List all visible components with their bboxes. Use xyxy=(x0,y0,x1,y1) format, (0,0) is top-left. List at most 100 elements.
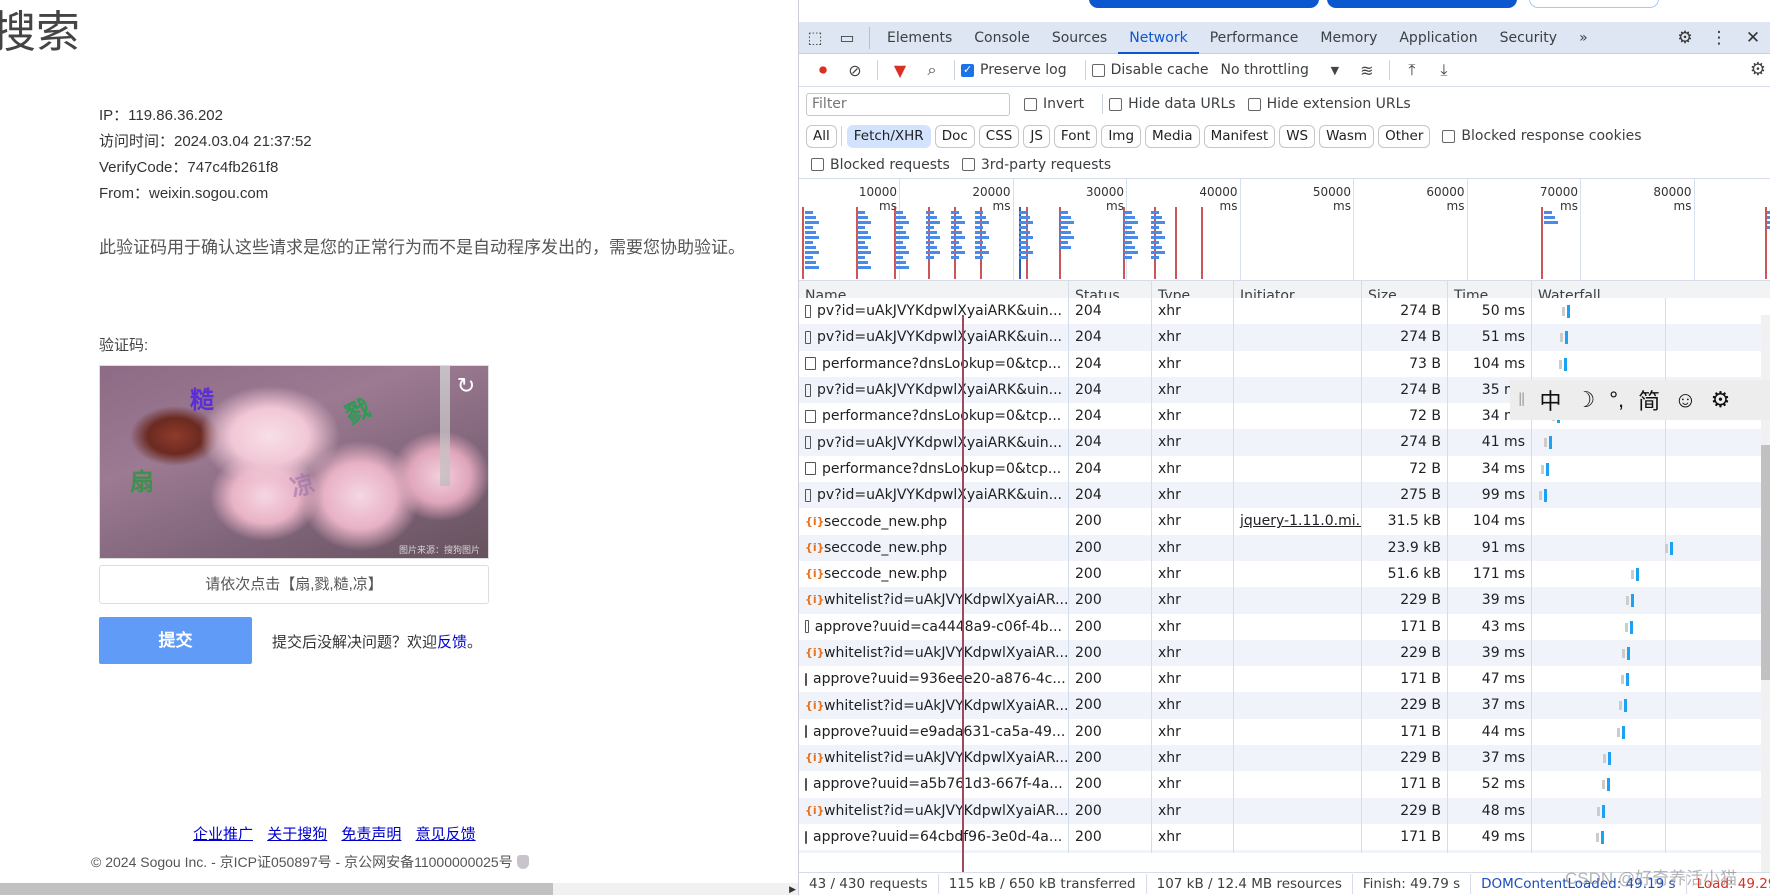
scrollbar-thumb[interactable] xyxy=(1761,445,1770,680)
ime-simplified-icon[interactable]: 简 xyxy=(1638,384,1660,416)
request-waterfall[interactable] xyxy=(1532,587,1762,614)
preserve-log-checkbox[interactable]: Preserve log xyxy=(961,62,1067,78)
network-conditions-icon[interactable]: ≋ xyxy=(1351,61,1383,80)
tab-network[interactable]: Network xyxy=(1118,22,1199,54)
request-waterfall[interactable] xyxy=(1532,560,1762,588)
request-name-cell[interactable]: pv?id=uAkJVYKdpwlXyaiARK&uin... xyxy=(799,429,1069,456)
request-name[interactable]: whitelist?id=uAkJVYKdpwlXyaiAR... xyxy=(824,745,1068,771)
request-row[interactable]: pv?id=uAkJVYKdpwlXyaiARK&uin... 204 xhr 274… xyxy=(799,429,1770,456)
refresh-icon[interactable]: ↻ xyxy=(454,374,478,398)
request-name[interactable]: pv?id=uAkJVYKdpwlXyaiARK&uin... xyxy=(817,430,1062,456)
checkbox-box[interactable] xyxy=(1247,97,1261,111)
request-row[interactable]: {i}whitelist?id=uAkJVYKdpwlXyaiAR...200x… xyxy=(799,745,1770,772)
request-name[interactable]: approve?uuid=e9ada631-ca5a-49... xyxy=(813,719,1065,745)
type-filter-img[interactable]: Img xyxy=(1101,124,1142,148)
request-name-cell[interactable]: approve?uuid=ca4448a9-c06f-4b... xyxy=(799,613,1069,640)
disable-cache-checkbox[interactable]: Disable cache xyxy=(1091,62,1208,78)
blocked-requests-checkbox[interactable]: Blocked requests xyxy=(811,157,950,173)
request-name-cell[interactable]: performance?dnsLookup=0&tcp... xyxy=(799,350,1069,377)
checkbox-box[interactable] xyxy=(1109,97,1123,111)
captcha-char[interactable]: 凉 xyxy=(286,463,318,503)
type-filter-media[interactable]: Media xyxy=(1145,124,1200,148)
feedback-link[interactable]: 反馈 xyxy=(437,634,467,651)
ime-emoji-icon[interactable]: ☺ xyxy=(1674,387,1696,413)
footer-link-about[interactable]: 关于搜狗 xyxy=(267,826,327,843)
more-options-icon[interactable]: ⋮ xyxy=(1702,28,1736,48)
type-filter-wasm[interactable]: Wasm xyxy=(1319,124,1375,148)
request-row[interactable]: {i}whitelist?id=uAkJVYKdpwlXyaiAR...200x… xyxy=(799,587,1770,614)
request-name[interactable]: pv?id=uAkJVYKdpwlXyaiARK&uin... xyxy=(817,298,1062,324)
filter-input[interactable] xyxy=(806,92,1010,116)
request-row[interactable]: approve?uuid=a5b761d3-667f-4a... 200 xhr 17… xyxy=(799,771,1770,798)
chevron-down-icon[interactable]: ▼ xyxy=(1319,64,1351,77)
import-har-icon[interactable]: ⤒ xyxy=(1396,60,1428,80)
request-row[interactable]: {i}whitelist?id=uAkJVYKdpwlXyaiAR...200x… xyxy=(799,639,1770,667)
type-filter-other[interactable]: Other xyxy=(1378,124,1431,148)
scroll-right-arrow-icon[interactable]: ▶ xyxy=(789,884,796,895)
request-waterfall[interactable] xyxy=(1532,771,1762,798)
request-name[interactable]: seccode_new.php xyxy=(824,509,947,535)
request-row[interactable]: {i} seccode_new.php 200 xhr jquery-1.11.0.mi… xyxy=(799,508,1770,535)
captcha-char[interactable]: 糙 xyxy=(190,380,214,415)
request-waterfall[interactable] xyxy=(1532,692,1762,719)
request-name[interactable]: seccode_new.php xyxy=(824,561,947,587)
request-name[interactable]: performance?dnsLookup=0&tcp... xyxy=(822,456,1061,482)
request-waterfall[interactable] xyxy=(1532,823,1762,851)
footer-link-feedback[interactable]: 意见反馈 xyxy=(416,826,476,843)
network-settings-gear-icon[interactable]: ⚙ xyxy=(1750,59,1766,80)
captcha-char[interactable]: 戮 xyxy=(339,389,376,431)
scrollbar-thumb[interactable] xyxy=(0,883,553,895)
request-name-cell[interactable]: pv?id=uAkJVYKdpwlXyaiARK&uin... xyxy=(799,376,1069,404)
ime-punctuation-icon[interactable]: °, xyxy=(1609,387,1624,413)
request-row[interactable]: approve?uuid=936eee20-a876-4c... 200 xhr 17… xyxy=(799,666,1770,693)
request-name-cell[interactable]: performance?dnsLookup=0&tcp... xyxy=(799,403,1069,430)
drag-handle-icon[interactable]: ‖ xyxy=(1518,390,1525,411)
request-name-cell[interactable]: {i}whitelist?id=uAkJVYKdpwlXyaiAR... xyxy=(799,850,1069,853)
request-name-cell[interactable]: {i} seccode_new.php xyxy=(799,508,1069,535)
checkbox-box[interactable] xyxy=(961,63,974,77)
type-filter-doc[interactable]: Doc xyxy=(934,124,975,148)
initiator-link[interactable]: jquery-1.11.0.mi... xyxy=(1240,513,1361,529)
inspect-element-icon[interactable]: ⬚ xyxy=(799,28,831,47)
type-filter-all[interactable]: All xyxy=(806,124,837,148)
tab-security[interactable]: Security xyxy=(1489,22,1569,54)
request-waterfall[interactable] xyxy=(1532,429,1762,456)
clear-icon[interactable]: ⊘ xyxy=(839,61,871,80)
request-waterfall[interactable] xyxy=(1532,639,1762,667)
request-name[interactable]: performance?dnsLookup=0&tcp... xyxy=(822,403,1061,429)
request-waterfall[interactable] xyxy=(1532,455,1762,483)
checkbox-box[interactable] xyxy=(811,158,824,171)
request-name-cell[interactable]: {i}whitelist?id=uAkJVYKdpwlXyaiAR... xyxy=(799,639,1069,667)
record-stop-icon[interactable]: ⏺ xyxy=(807,60,839,80)
request-name[interactable]: whitelist?id=uAkJVYKdpwlXyaiAR... xyxy=(824,587,1068,613)
type-filter-font[interactable]: Font xyxy=(1053,124,1098,148)
request-waterfall[interactable] xyxy=(1532,508,1762,535)
footer-link-enterprise[interactable]: 企业推广 xyxy=(193,826,253,843)
request-name-cell[interactable]: approve?uuid=64cbdf96-3e0d-4a... xyxy=(799,823,1069,851)
checkbox-box[interactable] xyxy=(961,158,975,171)
browser-button[interactable] xyxy=(1327,0,1517,8)
invert-checkbox[interactable]: Invert xyxy=(1024,96,1084,112)
request-name[interactable]: approve?uuid=ca4448a9-c06f-4b... xyxy=(815,614,1062,640)
request-row[interactable]: {i} seccode_new.php 200 xhr 51.6 kB 171 ms xyxy=(799,560,1770,588)
submit-button[interactable]: 提交 xyxy=(99,617,252,664)
tab-performance[interactable]: Performance xyxy=(1199,22,1310,54)
hide-data-urls-checkbox[interactable]: Hide data URLs xyxy=(1109,96,1236,112)
tab-elements[interactable]: Elements xyxy=(876,22,963,54)
request-waterfall[interactable] xyxy=(1532,850,1762,853)
request-name[interactable]: approve?uuid=936eee20-a876-4c... xyxy=(813,666,1066,692)
request-name-cell[interactable]: {i} seccode_new.php xyxy=(799,560,1069,588)
request-name-cell[interactable]: {i}whitelist?id=uAkJVYKdpwlXyaiAR... xyxy=(799,797,1069,824)
browser-button[interactable] xyxy=(1529,0,1659,8)
settings-gear-icon[interactable]: ⚙ xyxy=(1668,28,1702,48)
type-filter-ws[interactable]: WS xyxy=(1279,124,1316,148)
request-waterfall[interactable] xyxy=(1532,324,1762,351)
type-filter-css[interactable]: CSS xyxy=(978,124,1020,148)
request-name[interactable]: pv?id=uAkJVYKdpwlXyaiARK&uin... xyxy=(817,482,1062,508)
filter-funnel-icon[interactable]: ▼ xyxy=(884,61,916,80)
request-name[interactable]: whitelist?id=uAkJVYKdpwlXyaiAR... xyxy=(824,798,1068,824)
request-row[interactable]: {i}whitelist?id=uAkJVYKdpwlXyaiAR...200x… xyxy=(799,850,1770,853)
request-row[interactable]: performance?dnsLookup=0&tcp... 204 xhr 73 B… xyxy=(799,350,1770,377)
request-row[interactable]: {i} seccode_new.php 200 xhr 23.9 kB 91 ms xyxy=(799,534,1770,561)
ime-settings-gear-icon[interactable]: ⚙ xyxy=(1711,387,1731,413)
